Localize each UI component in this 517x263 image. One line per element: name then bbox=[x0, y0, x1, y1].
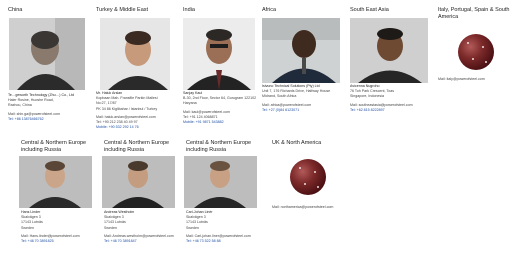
region-title: UK & North America bbox=[272, 140, 322, 146]
region-title: South East Asia bbox=[350, 7, 389, 13]
contact-info: Mail: italy@powerofsteel.com bbox=[438, 77, 485, 82]
email-link[interactable]: Mail: italy@powerofsteel.com bbox=[438, 77, 485, 82]
contact-photo bbox=[262, 18, 340, 83]
contact-info: Mail: northamerica@powerofsteel.com bbox=[272, 205, 333, 210]
region-title: India bbox=[183, 7, 195, 13]
region-title: Africa bbox=[262, 7, 277, 13]
phone-link[interactable]: Tel: +46 73 522 58 88 bbox=[186, 239, 251, 244]
contact-info: Sanjay Kaul B-30, 2nd Floor, Sector 64, … bbox=[183, 91, 256, 125]
contact-photo bbox=[183, 18, 255, 90]
phone-link[interactable]: Tel: +46 70 3891847 bbox=[104, 239, 174, 244]
contact-info: Carl-Johan Linér Skalvägen 3 17143 Lutnä… bbox=[186, 210, 251, 244]
contact-photo bbox=[9, 18, 85, 90]
phone-link[interactable]: Tel: +86 13876466762 bbox=[8, 117, 74, 122]
region-title: Italy, Portugal, Spain & South America bbox=[438, 7, 510, 20]
region-title: Central & Northern Europe including Russ… bbox=[21, 140, 87, 153]
contact-info: Hans Linder Skalvägen 3 17143 Lutnäs Swe… bbox=[21, 210, 80, 244]
region-title: Turkey & Middle East bbox=[96, 7, 149, 13]
globe-icon bbox=[290, 159, 326, 195]
phone-link[interactable]: Mobile: +90 532 292 14 76 bbox=[96, 125, 158, 130]
region-title: China bbox=[8, 7, 23, 13]
contact-info: Isivuno Technical Solutions (Pty) Ltd Un… bbox=[262, 84, 330, 113]
region-title: Central & Northern Europe including Russ… bbox=[104, 140, 170, 153]
contact-photo bbox=[102, 156, 175, 208]
contact-photo bbox=[19, 156, 92, 208]
region-title: Central & Northern Europe including Russ… bbox=[186, 140, 252, 153]
contact-info: Avicenna Nugroho 76 Toh Park Crescent, T… bbox=[350, 84, 413, 113]
contact-photo bbox=[184, 156, 257, 208]
address-line: PK 34 86 Kiglibahar / Istanbul / Turkey bbox=[96, 106, 158, 111]
phone-link[interactable]: Tel: +46 70 3891825 bbox=[21, 239, 80, 244]
email-link[interactable]: Mail: northamerica@powerofsteel.com bbox=[272, 205, 333, 210]
contact-info: Mr. Haluk Arslan Kopbaan Mah. Fransfile … bbox=[96, 91, 158, 130]
contact-photo bbox=[100, 18, 170, 90]
contact-info: Te…geworth Technology (Zhu…) Co., Ltd Ha… bbox=[8, 93, 74, 122]
contact-info: Andreas Westholm Skalvägen 3 17143 Lutnä… bbox=[104, 210, 174, 244]
phone-link[interactable]: Tel: +27 (0)84 6123071 bbox=[262, 108, 330, 113]
phone-link[interactable]: Tel: +62 815 8222897 bbox=[350, 108, 413, 113]
globe-icon bbox=[458, 34, 494, 70]
contact-photo bbox=[350, 18, 428, 83]
phone-link[interactable]: Mobile: +91 9871 543882 bbox=[183, 120, 256, 125]
